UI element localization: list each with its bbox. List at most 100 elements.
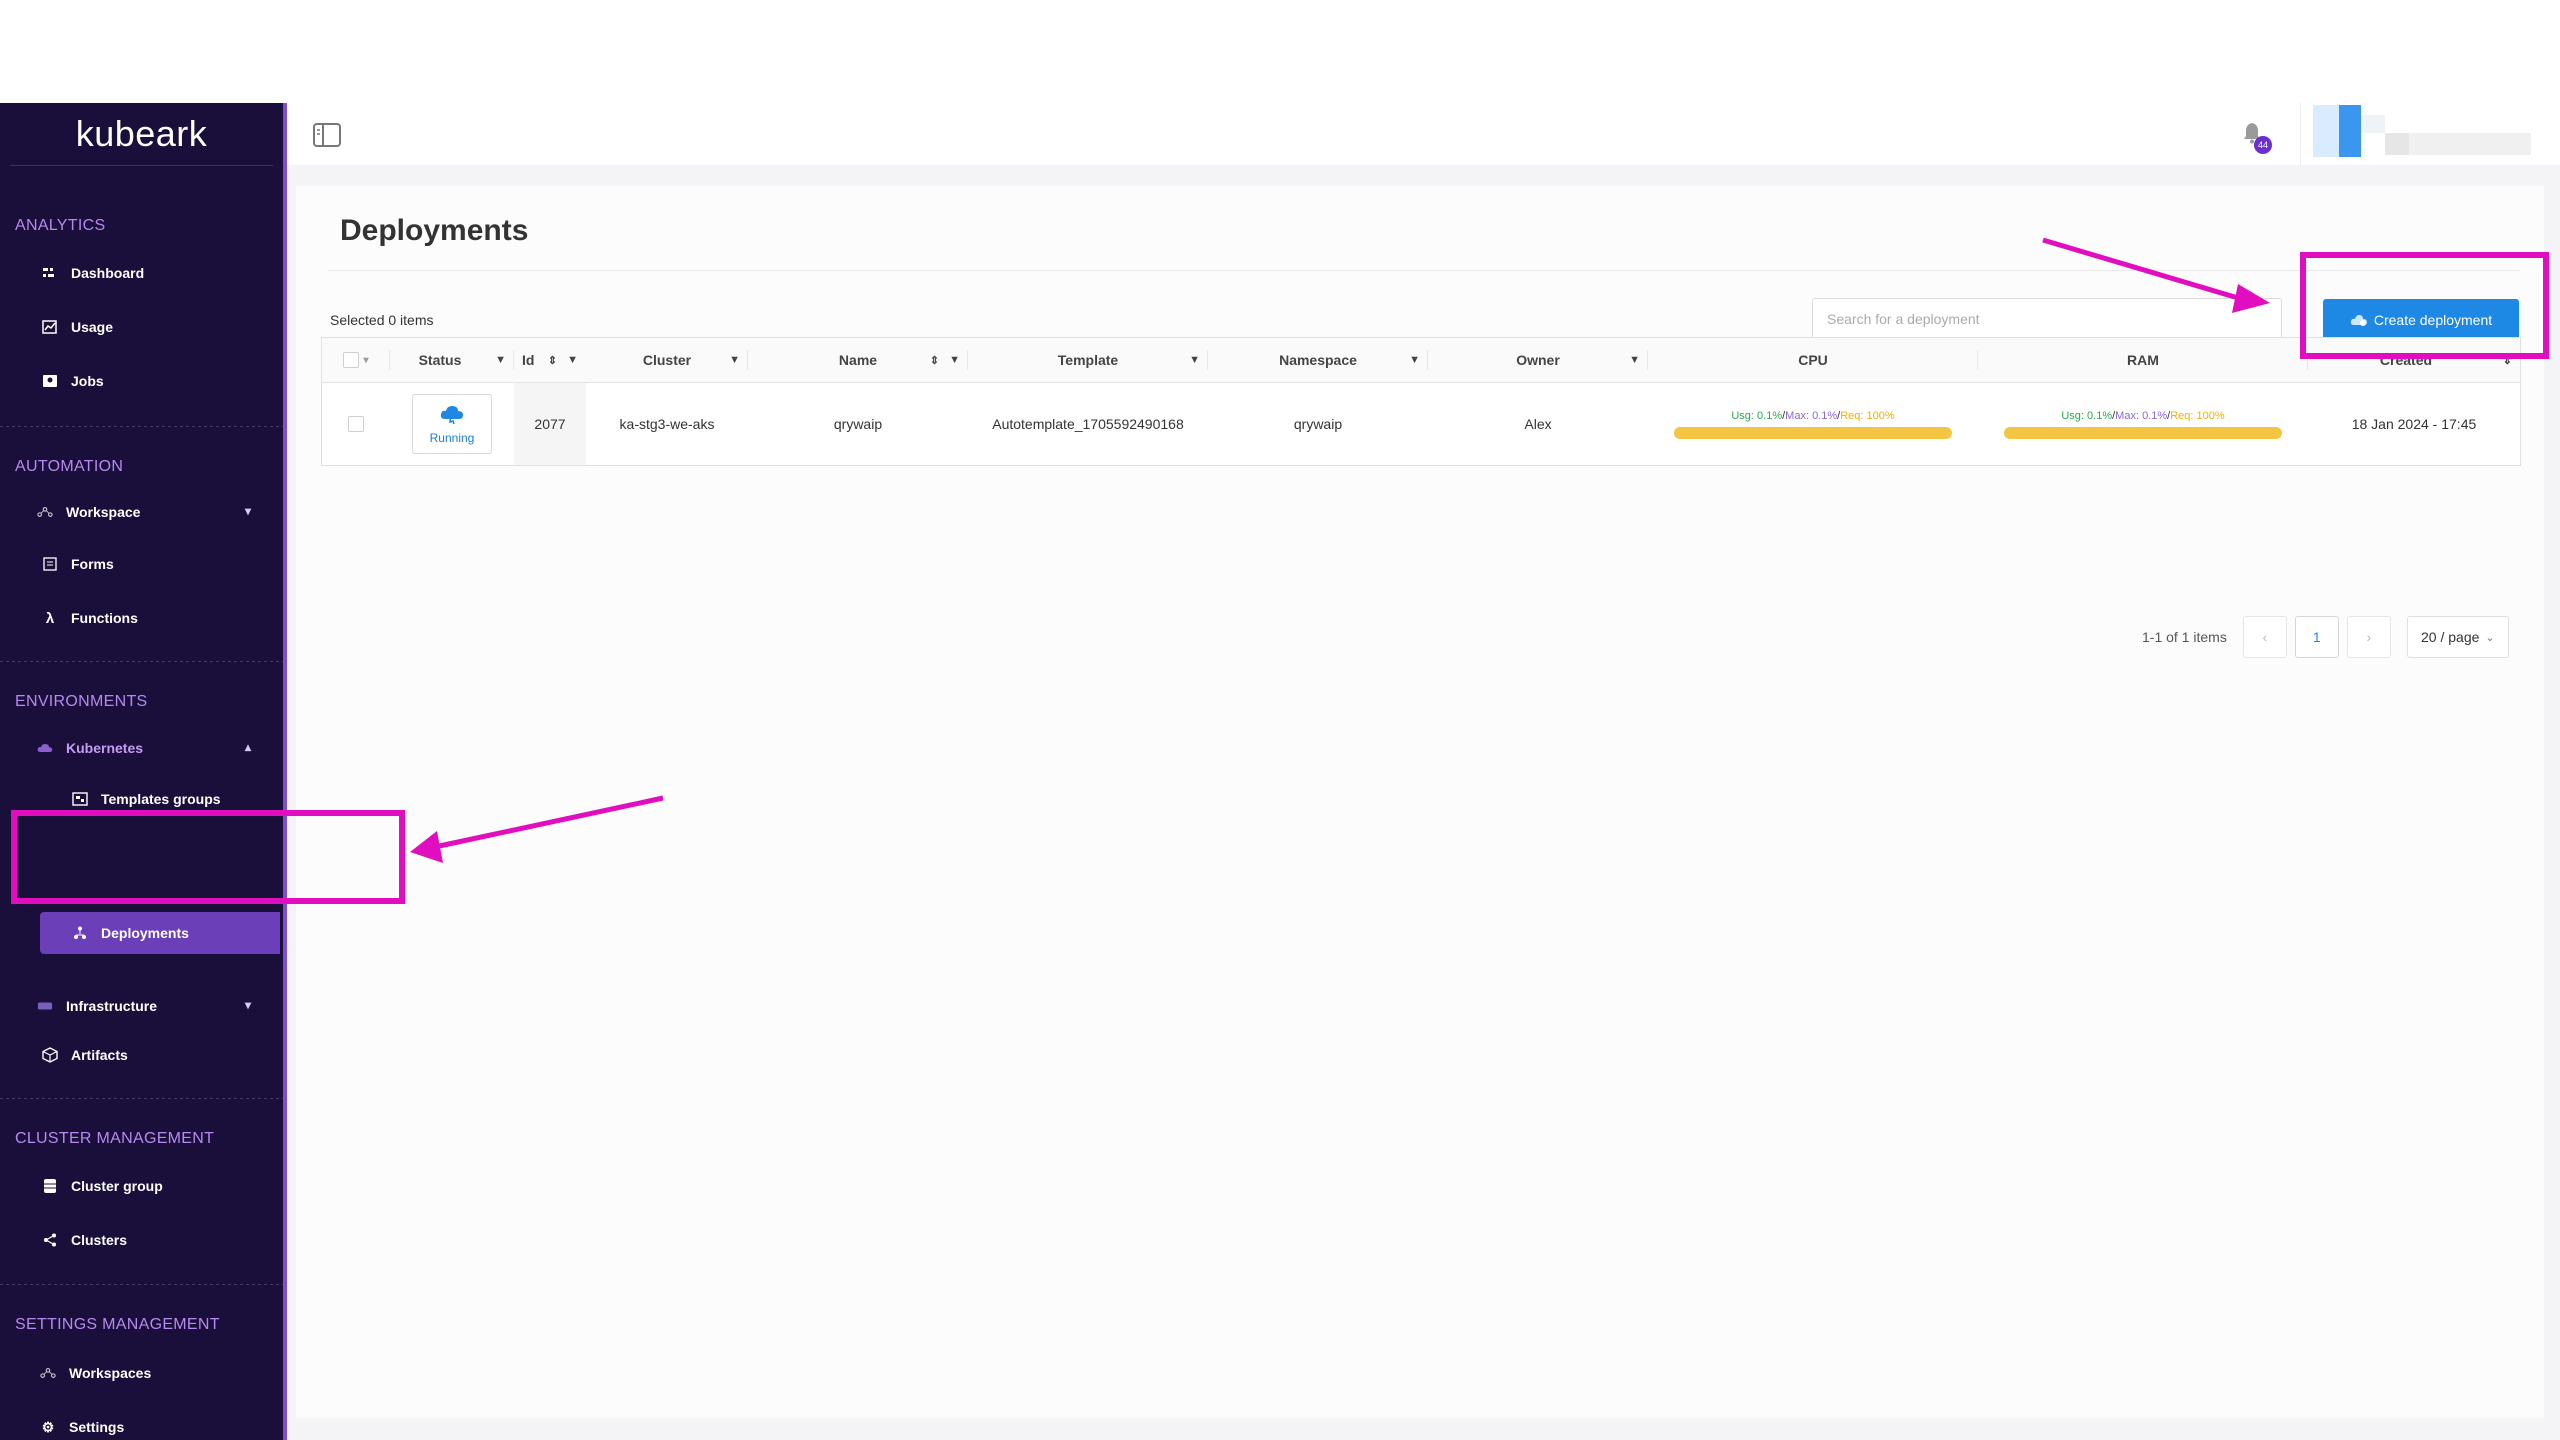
sidebar-item-workspaces[interactable]: Workspaces <box>0 1356 275 1390</box>
sidebar-item-usage[interactable]: Usage <box>0 310 275 344</box>
filter-icon[interactable]: ▼ <box>495 354 506 366</box>
logo-divider <box>10 165 273 166</box>
status-badge: Running <box>412 394 492 454</box>
column-label: Namespace <box>1279 352 1357 368</box>
page-button-current[interactable]: 1 <box>2294 616 2339 658</box>
sidebar-item-cluster-group[interactable]: Cluster group <box>0 1169 275 1203</box>
header-divider <box>2300 103 2301 165</box>
database-icon <box>42 1178 58 1194</box>
status-cell: Running <box>390 383 514 465</box>
page-size-select[interactable]: 20 / page ⌄ <box>2406 616 2509 658</box>
sidebar-item-label: Dashboard <box>71 265 145 281</box>
section-divider <box>0 661 283 662</box>
page-title: Deployments <box>340 214 529 247</box>
cpu-req: Req: 100% <box>1840 409 1895 422</box>
sidebar: kubeark ANALYTICS Dashboard Usage Jobs A… <box>0 103 287 1440</box>
section-title-analytics: ANALYTICS <box>15 217 106 234</box>
sidebar-item-label: Workspace <box>66 504 141 520</box>
app-shell: kubeark ANALYTICS Dashboard Usage Jobs A… <box>0 103 2560 1440</box>
ram-usage-bar <box>2004 426 2282 439</box>
column-label: Status <box>418 352 462 368</box>
filter-icon[interactable]: ▼ <box>1409 354 1420 366</box>
avatar[interactable] <box>2313 105 2543 157</box>
row-checkbox[interactable] <box>348 416 364 432</box>
ram-cell: Usg: 0.1%/Max: 0.1%/Req: 100% <box>1978 383 2308 465</box>
sidebar-item-jobs[interactable]: Jobs <box>0 364 275 398</box>
section-title-automation: AUTOMATION <box>15 458 124 475</box>
ram-usg: Usg: 0.1% <box>2061 409 2113 422</box>
sort-icon[interactable]: ⇕ <box>930 354 939 367</box>
share-nodes-icon <box>42 1232 58 1248</box>
pagination-summary: 1-1 of 1 items <box>2142 629 2227 645</box>
sort-icon[interactable]: ⇕ <box>548 354 557 367</box>
section-title-environments: ENVIRONMENTS <box>15 693 148 710</box>
table-header: ▾ Status ▼ Id ⇕ ▼ Cluster ▼ Name ⇕ ▼ Tem… <box>322 338 2520 383</box>
ram-max: Max: 0.1% <box>2115 409 2168 422</box>
sidebar-item-functions[interactable]: λ Functions <box>0 601 275 635</box>
filter-icon[interactable]: ▼ <box>1189 354 1200 366</box>
column-header-name[interactable]: Name ⇕ ▼ <box>748 338 968 382</box>
sidebar-toggle-icon[interactable] <box>313 123 341 152</box>
select-all-header: ▾ <box>322 338 390 382</box>
sidebar-item-settings[interactable]: ⚙ Settings <box>0 1410 275 1440</box>
filter-icon[interactable]: ▼ <box>949 354 960 367</box>
deployments-table: ▾ Status ▼ Id ⇕ ▼ Cluster ▼ Name ⇕ ▼ Tem… <box>321 337 2521 466</box>
box-icon <box>42 1047 58 1063</box>
select-all-checkbox[interactable] <box>343 352 360 368</box>
sidebar-item-forms[interactable]: Forms <box>0 547 275 581</box>
next-page-button[interactable]: › <box>2346 616 2391 658</box>
sort-filter-icons[interactable]: ⇕ ▼ <box>930 354 960 367</box>
sidebar-item-clusters[interactable]: Clusters <box>0 1223 275 1257</box>
filter-icon[interactable]: ▼ <box>729 354 740 366</box>
name-cell[interactable]: qrywaip <box>748 383 968 465</box>
sidebar-item-dashboard[interactable]: Dashboard <box>0 256 275 290</box>
prev-page-button[interactable]: ‹ <box>2242 616 2287 658</box>
column-label: Owner <box>1516 352 1560 368</box>
filter-icon[interactable]: ▼ <box>567 354 578 367</box>
section-divider <box>0 1284 283 1285</box>
page-size-value: 20 / page <box>2421 629 2480 645</box>
column-header-status[interactable]: Status ▼ <box>390 338 514 382</box>
column-header-ram: RAM <box>1978 338 2308 382</box>
column-header-cluster[interactable]: Cluster ▼ <box>586 338 748 382</box>
column-header-owner[interactable]: Owner ▼ <box>1428 338 1648 382</box>
column-header-cpu: CPU <box>1648 338 1978 382</box>
column-header-id[interactable]: Id ⇕ ▼ <box>514 338 586 382</box>
ram-usage-text: Usg: 0.1%/Max: 0.1%/Req: 100% <box>2061 409 2225 422</box>
sidebar-item-infrastructure[interactable]: Infrastructure ▾ <box>0 989 275 1023</box>
sidebar-item-kubernetes[interactable]: Kubernetes ▴ <box>0 731 275 765</box>
sidebar-item-label: Cluster group <box>71 1178 163 1194</box>
chevron-down-icon[interactable]: ▾ <box>245 504 251 518</box>
sidebar-item-label: Infrastructure <box>66 998 158 1014</box>
lambda-icon: λ <box>45 609 55 627</box>
server-icon <box>37 998 53 1014</box>
section-title-cluster-management: CLUSTER MANAGEMENT <box>15 1130 215 1147</box>
sidebar-item-workspace[interactable]: Workspace ▾ <box>0 495 275 529</box>
sidebar-item-label: Clusters <box>71 1232 128 1248</box>
pagination: 1-1 of 1 items ‹ 1 › 20 / page ⌄ <box>2142 616 2509 658</box>
table-row[interactable]: Running 2077 ka-stg3-we-aks qrywaip Auto… <box>322 383 2520 465</box>
deployments-card: Deployments Selected 0 items Create depl… <box>296 186 2544 1418</box>
search-input[interactable] <box>1812 298 2282 340</box>
cpu-usage: Usg: 0.1%/Max: 0.1%/Req: 100% <box>1673 410 1953 439</box>
sidebar-item-label: Kubernetes <box>66 740 144 756</box>
notification-badge: 44 <box>2254 136 2272 154</box>
chevron-down-icon[interactable]: ▾ <box>363 355 368 366</box>
form-icon <box>42 556 58 572</box>
sidebar-item-label: Forms <box>71 556 114 572</box>
filter-icon[interactable]: ▼ <box>1629 354 1640 366</box>
sidebar-item-label: Templates groups <box>101 791 221 807</box>
sidebar-item-label: Usage <box>71 319 114 335</box>
kubeark-logo[interactable]: kubeark <box>0 103 283 165</box>
section-title-settings-management: SETTINGS MANAGEMENT <box>15 1316 220 1333</box>
sidebar-item-deployments[interactable]: Deployments <box>40 912 280 954</box>
sort-filter-icons[interactable]: ⇕ ▼ <box>548 354 578 367</box>
chevron-down-icon[interactable]: ▾ <box>245 998 251 1012</box>
sidebar-item-artifacts[interactable]: Artifacts <box>0 1038 275 1072</box>
cloud-icon <box>37 740 53 756</box>
workspaces-icon <box>40 1365 56 1381</box>
column-header-template[interactable]: Template ▼ <box>968 338 1208 382</box>
chevron-up-icon[interactable]: ▴ <box>245 740 251 754</box>
namespace-cell: qrywaip <box>1293 416 1343 432</box>
column-header-namespace[interactable]: Namespace ▼ <box>1208 338 1428 382</box>
